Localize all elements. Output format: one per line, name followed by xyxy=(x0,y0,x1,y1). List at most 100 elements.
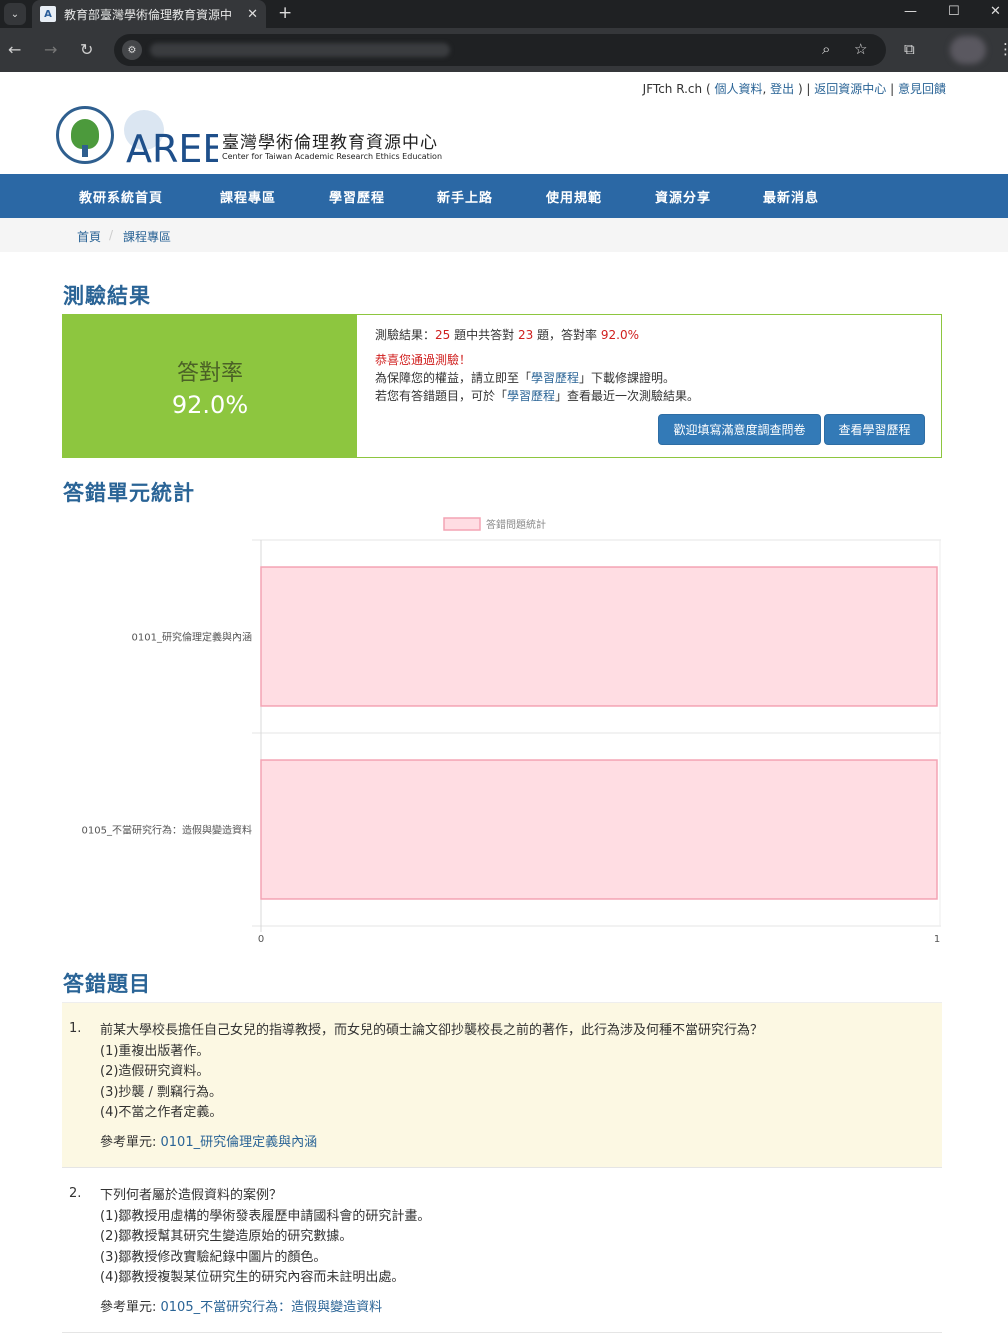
question-option: (2)造假研究資料。 xyxy=(100,1064,210,1079)
nav-item-learning-history[interactable]: 學習歷程 xyxy=(329,187,385,206)
feedback-link[interactable]: 意見回饋 xyxy=(898,82,946,96)
browser-toolbar: ← → ↻ ⚙ ⌕ ☆ ⧉ ⋮ xyxy=(0,28,1008,72)
maximize-icon[interactable]: ☐ xyxy=(948,4,960,19)
question-text: 前某大學校長擔任自己女兒的指導教授，而女兒的碩士論文卻抄襲校長之前的著作，此行為… xyxy=(100,1023,764,1038)
legend-swatch xyxy=(443,517,481,531)
main-nav: 教研系統首頁 課程專區 學習歷程 新手上路 使用規範 資源分享 最新消息 xyxy=(0,174,1008,218)
breadcrumb: 首頁 / 課程專區 xyxy=(0,218,1008,252)
result-summary: 測驗結果：25 題中共答對 23 題，答對率 92.0% 恭喜您通過測驗！ 為保… xyxy=(375,325,699,405)
question-item: 1. 前某大學校長擔任自己女兒的指導教授，而女兒的碩士論文卻抄襲校長之前的著作，… xyxy=(62,1002,942,1168)
wrong-question-list: 1. 前某大學校長擔任自己女兒的指導教授，而女兒的碩士論文卻抄襲校長之前的著作，… xyxy=(62,1002,942,1333)
tab-title: 教育部臺灣學術倫理教育資源中 xyxy=(64,7,233,22)
extensions-puzzle-icon[interactable]: ⧉ xyxy=(904,40,915,58)
question-option: (4)不當之作者定義。 xyxy=(100,1105,223,1120)
reference-label: 參考單元: xyxy=(100,1134,161,1150)
view-history-button[interactable]: 查看學習歷程 xyxy=(824,414,925,445)
comma: , xyxy=(762,82,771,96)
aree-logo-icon: AREE xyxy=(124,110,218,166)
nav-item-news[interactable]: 最新消息 xyxy=(763,187,819,206)
rate-value: 92.0% xyxy=(171,391,249,419)
question-number: 1. xyxy=(69,1021,82,1036)
correct-percent: 92.0% xyxy=(600,328,639,342)
zoom-icon[interactable]: ⌕ xyxy=(822,40,830,58)
profile-link[interactable]: 個人資料 xyxy=(714,82,762,96)
browser-tab[interactable]: A 教育部臺灣學術倫理教育資源中 ✕ xyxy=(32,0,266,28)
question-option: (3)鄒教授修改實驗紀錄中圖片的顏色。 xyxy=(100,1249,327,1265)
url-text-blurred xyxy=(150,43,450,57)
breadcrumb-current[interactable]: 課程專區 xyxy=(123,228,171,245)
x-tick-label: 1 xyxy=(934,934,940,945)
paren-open: ( xyxy=(702,82,715,96)
learning-history-link-2[interactable]: 學習歷程 xyxy=(507,389,555,403)
user-bar: JFTch R.ch ( 個人資料, 登出 ) | 返回資源中心 | 意見回饋 xyxy=(643,80,946,97)
category-label: 0105_不當研究行為：造假與變造資料 xyxy=(82,824,252,837)
breadcrumb-home[interactable]: 首頁 xyxy=(77,228,101,245)
bookmark-star-icon[interactable]: ☆ xyxy=(854,40,867,58)
congrats-message: 恭喜您通過測驗！ xyxy=(375,353,472,367)
nav-item-getting-started[interactable]: 新手上路 xyxy=(437,187,493,206)
certificate-text-a: 為保障您的權益，請立即至「 xyxy=(375,371,532,385)
paren-close: ) | xyxy=(794,82,815,96)
site-favicon-icon: A xyxy=(40,6,56,22)
summary-prefix: 測驗結果： xyxy=(375,328,436,342)
summary-mid: 題中共答對 xyxy=(450,328,518,342)
new-tab-plus-icon[interactable]: + xyxy=(278,3,292,23)
result-heading: 測驗結果 xyxy=(63,284,151,308)
forward-arrow-icon[interactable]: → xyxy=(44,40,57,59)
site-subtitle: Center for Taiwan Academic Research Ethi… xyxy=(222,152,443,161)
back-arrow-icon[interactable]: ← xyxy=(8,40,21,59)
nav-item-courses[interactable]: 課程專區 xyxy=(220,187,276,206)
ministry-of-education-seal-icon xyxy=(56,106,114,164)
result-box: 答對率 92.0% 測驗結果：25 題中共答對 23 題，答對率 92.0% 恭… xyxy=(62,314,942,458)
stats-heading: 答錯單元統計 xyxy=(63,481,195,505)
review-text-a: 若您有答錯題目，可於「 xyxy=(375,389,508,403)
legend-label: 答錯問題統計 xyxy=(486,518,546,531)
nav-item-system-home[interactable]: 教研系統首頁 xyxy=(79,187,163,206)
user-name: JFTch R.ch xyxy=(642,82,703,96)
question-number: 2. xyxy=(69,1186,82,1201)
wrong-units-chart: 答錯問題統計 0101_研究倫理定義與內涵 0105_不當研究行為：造假與變造資料 0… xyxy=(82,517,941,945)
separator: | xyxy=(886,82,898,96)
nav-item-resource-sharing[interactable]: 資源分享 xyxy=(655,187,711,206)
question-item: 2. 下列何者屬於造假資料的案例？ (1)鄒教授用虛構的學術發表履歷申請國科會的… xyxy=(62,1168,942,1333)
reference-label: 參考單元: xyxy=(100,1299,161,1315)
nav-item-usage-rules[interactable]: 使用規範 xyxy=(546,187,602,206)
minimize-icon[interactable]: — xyxy=(904,4,917,19)
address-bar[interactable]: ⚙ ⌕ ☆ xyxy=(114,34,886,66)
x-tick-label: 0 xyxy=(258,934,264,945)
chart-bar xyxy=(260,759,938,900)
reference-unit-link[interactable]: 0105_不當研究行為：造假與變造資料 xyxy=(161,1300,383,1315)
logout-link[interactable]: 登出 xyxy=(770,82,794,96)
breadcrumb-separator: / xyxy=(109,228,114,242)
browser-menu-icon[interactable]: ⋮ xyxy=(998,40,1008,58)
tab-search-chevron-icon[interactable]: ⌄ xyxy=(4,3,26,25)
rate-label: 答對率 xyxy=(176,361,243,386)
summary-mid2: 題，答對率 xyxy=(533,328,601,342)
question-text: 下列何者屬於造假資料的案例？ xyxy=(100,1188,283,1203)
tab-close-icon[interactable]: ✕ xyxy=(247,7,258,22)
site-info-icon[interactable]: ⚙ xyxy=(122,40,142,60)
review-text-b: 」查看最近一次測驗結果。 xyxy=(555,389,700,403)
question-option: (3)抄襲 / 剽竊行為。 xyxy=(100,1084,223,1100)
total-count: 25 xyxy=(435,328,451,342)
category-label: 0101_研究倫理定義與內涵 xyxy=(132,631,252,644)
survey-button[interactable]: 歡迎填寫滿意度調查問卷 xyxy=(658,414,821,445)
site-name: 臺灣學術倫理教育資源中心 xyxy=(222,133,438,153)
browser-tabbar: ⌄ A 教育部臺灣學術倫理教育資源中 ✕ + — ☐ ✕ xyxy=(0,0,1008,28)
learning-history-link-1[interactable]: 學習歷程 xyxy=(531,371,579,385)
reload-icon[interactable]: ↻ xyxy=(80,40,93,59)
correct-count: 23 xyxy=(517,328,534,342)
profile-avatar[interactable] xyxy=(950,36,986,64)
chart-bar xyxy=(260,566,938,707)
question-option: (1)鄒教授用虛構的學術發表履歷申請國科會的研究計畫。 xyxy=(100,1208,431,1224)
window-close-icon[interactable]: ✕ xyxy=(990,4,1001,19)
rate-panel: 答對率 92.0% xyxy=(63,315,357,457)
aree-letters: AREE xyxy=(126,127,218,166)
site-logo[interactable]: AREE 臺灣學術倫理教育資源中心 Center for Taiwan Acad… xyxy=(56,104,456,168)
question-option: (4)鄒教授複製某位研究生的研究內容而未註明出處。 xyxy=(100,1270,405,1285)
return-resource-center-link[interactable]: 返回資源中心 xyxy=(814,82,886,96)
question-option: (2)鄒教授幫其研究生變造原始的研究數據。 xyxy=(100,1229,353,1244)
certificate-text-b: 」下載修課證明。 xyxy=(579,371,676,385)
question-option: (1)重複出版著作。 xyxy=(100,1043,210,1059)
reference-unit-link[interactable]: 0101_研究倫理定義與內涵 xyxy=(161,1135,318,1150)
